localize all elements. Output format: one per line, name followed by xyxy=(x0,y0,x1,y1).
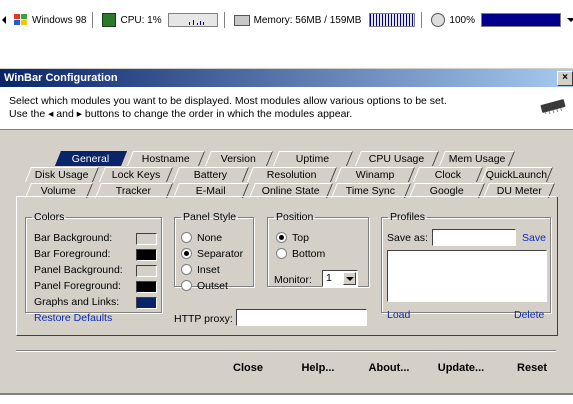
save-link[interactable]: Save xyxy=(522,232,546,244)
volume-speaker-icon xyxy=(431,13,446,27)
memory-chip-icon xyxy=(540,99,566,114)
radio-bottom[interactable]: Bottom xyxy=(276,247,325,260)
about-button[interactable]: About... xyxy=(364,358,414,378)
memory-label: Memory: 56MB / 159MB xyxy=(253,14,362,26)
radio-button[interactable] xyxy=(181,231,192,243)
radio-button[interactable] xyxy=(181,279,192,291)
tab-strip: General Hostname Version Uptime CPU Usag… xyxy=(24,151,556,198)
tab-hostname[interactable]: Hostname xyxy=(126,151,206,166)
radio-button[interactable] xyxy=(276,247,287,259)
colors-group: Colors Bar Background: Bar Foreground: P… xyxy=(25,211,162,324)
dialog-bottom-edge xyxy=(0,393,573,395)
config-dialog: WinBar Configuration × Select which modu… xyxy=(0,68,573,395)
monitor-label: Monitor: xyxy=(274,274,312,286)
memory-graph xyxy=(369,13,416,27)
dialog-title: WinBar Configuration xyxy=(4,72,118,84)
tab-quicklaunch[interactable]: QuickLaunch xyxy=(480,167,554,182)
description-text: Select which modules you want to be disp… xyxy=(9,95,447,120)
panel-foreground-label: Panel Foreground: xyxy=(34,280,121,292)
tab-version[interactable]: Version xyxy=(204,151,274,166)
cpu-label: CPU: 1% xyxy=(120,14,162,26)
panel-background-swatch[interactable] xyxy=(136,265,157,277)
tab-winamp[interactable]: Winamp xyxy=(334,167,416,182)
button-divider xyxy=(16,350,556,352)
radio-button[interactable] xyxy=(181,247,192,259)
panel-foreground-swatch[interactable] xyxy=(136,281,157,293)
tab-mem-usage[interactable]: Mem Usage xyxy=(438,151,516,166)
memory-stick-icon xyxy=(233,14,250,26)
close-icon[interactable]: × xyxy=(557,71,573,86)
general-panel: Colors Bar Background: Bar Foreground: P… xyxy=(16,197,558,336)
graphs-links-swatch[interactable] xyxy=(136,297,157,309)
separator xyxy=(92,12,97,28)
chevron-down-icon[interactable] xyxy=(343,272,356,285)
profiles-legend: Profiles xyxy=(390,211,426,223)
tab-resolution[interactable]: Resolution xyxy=(246,167,338,182)
load-link[interactable]: Load xyxy=(387,309,410,321)
memory-module[interactable]: Memory: 56MB / 159MB xyxy=(230,11,420,29)
os-label: Windows 98 xyxy=(32,14,87,26)
radio-none[interactable]: None xyxy=(181,231,222,244)
save-as-label: Save as: xyxy=(387,232,428,244)
position-legend: Position xyxy=(276,211,314,223)
monitor-select[interactable]: 1 xyxy=(322,270,358,287)
http-proxy-label: HTTP proxy: xyxy=(174,313,233,325)
close-button[interactable]: Close xyxy=(226,358,270,378)
radio-button[interactable] xyxy=(181,263,192,275)
radio-button[interactable] xyxy=(276,231,287,243)
profiles-group: Profiles Save as: Save Load Delete xyxy=(381,211,551,321)
monitor-value: 1 xyxy=(326,272,332,284)
dropdown-arrow-icon[interactable] xyxy=(566,18,573,22)
reset-button[interactable]: Reset xyxy=(510,358,554,378)
scroll-left-arrow-icon[interactable] xyxy=(2,16,6,24)
bar-background-label: Bar Background: xyxy=(34,232,113,244)
os-module[interactable]: Windows 98 xyxy=(10,11,90,29)
panel-background-label: Panel Background: xyxy=(34,264,123,276)
bar-foreground-label: Bar Foreground: xyxy=(34,248,111,260)
tab-uptime[interactable]: Uptime xyxy=(272,151,354,166)
separator xyxy=(223,12,228,28)
volume-label: 100% xyxy=(449,14,475,26)
volume-module[interactable]: 100% xyxy=(427,11,573,29)
volume-bar[interactable] xyxy=(480,13,561,27)
windows-flag-icon xyxy=(14,14,28,26)
winbar-modules: Windows 98 CPU: 1% Memory: 56MB / 159MB … xyxy=(0,11,573,29)
colors-legend: Colors xyxy=(34,211,65,223)
panel-style-group: Panel Style None Separator Inset Outset xyxy=(174,211,254,292)
graphs-links-label: Graphs and Links: xyxy=(34,296,120,308)
dialog-header: Select which modules you want to be disp… xyxy=(0,87,573,130)
bar-foreground-swatch[interactable] xyxy=(136,249,157,261)
tab-battery[interactable]: Battery xyxy=(172,167,250,182)
cpu-module[interactable]: CPU: 1% xyxy=(98,11,221,29)
help-button[interactable]: Help... xyxy=(296,358,340,378)
radio-top[interactable]: Top xyxy=(276,231,309,244)
tab-general[interactable]: General xyxy=(54,151,128,166)
radio-inset[interactable]: Inset xyxy=(181,263,220,276)
cpu-graph xyxy=(167,13,218,27)
separator xyxy=(421,12,426,28)
update-button[interactable]: Update... xyxy=(432,358,490,378)
tab-disk-usage[interactable]: Disk Usage xyxy=(24,167,100,182)
http-proxy-input[interactable] xyxy=(236,309,367,326)
tab-lock-keys[interactable]: Lock Keys xyxy=(98,167,174,182)
radio-separator[interactable]: Separator xyxy=(181,247,243,260)
bar-background-swatch[interactable] xyxy=(136,233,157,245)
tab-clock[interactable]: Clock xyxy=(412,167,484,182)
dialog-titlebar[interactable]: WinBar Configuration × xyxy=(0,69,573,87)
position-group: Position Top Bottom Monitor: 1 xyxy=(267,211,369,287)
profiles-listbox[interactable] xyxy=(387,250,547,302)
save-as-input[interactable] xyxy=(432,229,516,246)
restore-defaults-link[interactable]: Restore Defaults xyxy=(34,312,112,324)
cpu-chip-icon xyxy=(102,13,117,27)
winbar-strip: Windows 98 CPU: 1% Memory: 56MB / 159MB … xyxy=(0,0,573,40)
delete-link[interactable]: Delete xyxy=(514,309,544,321)
panel-style-legend: Panel Style xyxy=(183,211,237,223)
tab-cpu-usage[interactable]: CPU Usage xyxy=(354,151,440,166)
radio-outset[interactable]: Outset xyxy=(181,279,228,292)
